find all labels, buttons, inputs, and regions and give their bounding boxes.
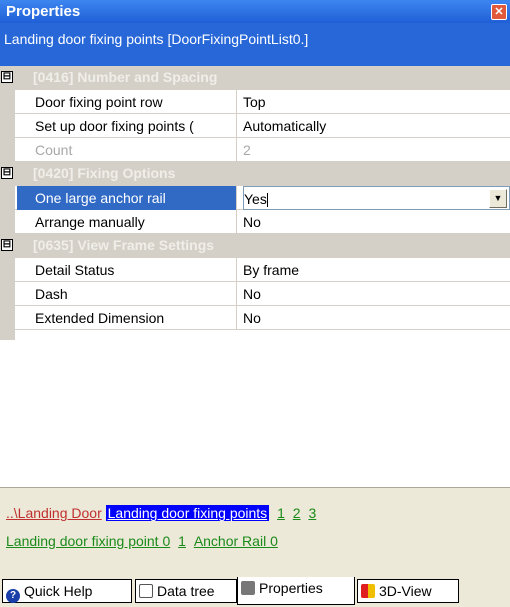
selected-object-header: Landing door fixing points [DoorFixingPo… — [0, 23, 510, 66]
cube-icon — [361, 584, 375, 598]
property-value: 2 — [243, 142, 251, 158]
category-fixing-options[interactable]: ⊟ [0420] Fixing Options — [0, 162, 510, 186]
child-links: Landing door fixing point 0 1 Anchor Rai… — [6, 533, 278, 549]
property-value[interactable]: No — [243, 306, 510, 330]
property-row-detail-status[interactable]: Detail Status By frame — [0, 258, 510, 282]
property-value[interactable]: Yes — [244, 191, 267, 207]
row-gutter — [0, 114, 15, 138]
properties-icon — [241, 581, 255, 595]
property-value[interactable]: No — [243, 282, 510, 306]
property-value[interactable]: By frame — [243, 258, 510, 282]
page-link-3[interactable]: 3 — [308, 505, 316, 521]
bottom-tab-strip: ? Quick Help Data tree Properties 3D-View — [0, 575, 510, 607]
row-gutter — [0, 186, 15, 210]
property-name[interactable]: Set up door fixing points ( — [17, 114, 237, 138]
page-link-1[interactable]: 1 — [277, 505, 285, 521]
text-caret — [266, 193, 268, 208]
tab-label: Properties — [259, 580, 323, 596]
category-view-frame-settings[interactable]: ⊟ [0635] View Frame Settings — [0, 234, 510, 258]
property-name[interactable]: One large anchor rail — [17, 186, 237, 210]
property-row-extended-dimension[interactable]: Extended Dimension No — [0, 306, 510, 330]
property-grid: ⊟ [0416] Number and Spacing Door fixing … — [0, 66, 510, 330]
row-gutter — [0, 90, 15, 114]
property-value[interactable]: No — [243, 210, 510, 234]
row-gutter — [0, 210, 15, 234]
collapse-icon[interactable]: ⊟ — [1, 167, 13, 179]
breadcrumb-back-link[interactable]: ..\Landing Door — [6, 505, 102, 521]
tab-quick-help[interactable]: ? Quick Help — [2, 579, 132, 603]
child-link-1[interactable]: 1 — [178, 533, 186, 549]
property-row-arrange-manually[interactable]: Arrange manually No — [0, 210, 510, 234]
page-link-2[interactable]: 2 — [293, 505, 301, 521]
help-icon: ? — [6, 589, 20, 603]
child-link-anchor-rail[interactable]: Anchor Rail 0 — [194, 533, 278, 549]
selected-object-label: Landing door fixing points [DoorFixingPo… — [4, 31, 309, 47]
property-value-editor[interactable]: Yes ▼ — [243, 186, 510, 210]
property-value[interactable]: Automatically — [243, 114, 510, 138]
property-name: Count — [17, 138, 237, 162]
tree-icon — [139, 584, 153, 598]
panel-title: Properties — [6, 3, 81, 20]
breadcrumb: ..\Landing Door Landing door fixing poin… — [6, 505, 316, 521]
tab-3d-view[interactable]: 3D-View — [357, 579, 459, 603]
tab-label: 3D-View — [379, 583, 432, 599]
child-link-fixing-point-0[interactable]: Landing door fixing point 0 — [6, 533, 170, 549]
property-row-count: Count 2 — [0, 138, 510, 162]
collapse-icon[interactable]: ⊟ — [1, 71, 13, 83]
panel-title-bar: Properties ✕ — [0, 0, 510, 23]
property-value[interactable]: Top — [243, 90, 510, 114]
property-row-dash[interactable]: Dash No — [0, 282, 510, 306]
tab-data-tree[interactable]: Data tree — [135, 579, 237, 603]
property-name[interactable]: Detail Status — [17, 258, 237, 282]
category-label: [0635] View Frame Settings — [33, 237, 215, 253]
property-name[interactable]: Dash — [17, 282, 237, 306]
close-icon[interactable]: ✕ — [491, 4, 507, 20]
tab-label: Data tree — [157, 583, 215, 599]
property-name[interactable]: Extended Dimension — [17, 306, 237, 330]
navigation-bar: ..\Landing Door Landing door fixing poin… — [0, 487, 510, 575]
row-gutter — [0, 306, 15, 330]
row-gutter — [0, 138, 15, 162]
tab-properties[interactable]: Properties — [237, 577, 355, 605]
property-name[interactable]: Door fixing point row — [17, 90, 237, 114]
property-row-one-large-anchor-rail[interactable]: One large anchor rail Yes ▼ — [0, 186, 510, 210]
collapse-icon[interactable]: ⊟ — [1, 239, 13, 251]
category-number-spacing[interactable]: ⊟ [0416] Number and Spacing — [0, 66, 510, 90]
tab-label: Quick Help — [24, 583, 93, 599]
property-row-set-up-door-fixing-points[interactable]: Set up door fixing points ( Automaticall… — [0, 114, 510, 138]
category-label: [0420] Fixing Options — [33, 165, 176, 181]
grid-gutter-tail — [0, 330, 15, 340]
category-label: [0416] Number and Spacing — [33, 69, 218, 85]
property-row-door-fixing-point-row[interactable]: Door fixing point row Top — [0, 90, 510, 114]
row-gutter — [0, 282, 15, 306]
property-name[interactable]: Arrange manually — [17, 210, 237, 234]
row-gutter — [0, 258, 15, 282]
breadcrumb-current[interactable]: Landing door fixing points — [105, 505, 270, 521]
chevron-down-icon[interactable]: ▼ — [489, 189, 507, 208]
